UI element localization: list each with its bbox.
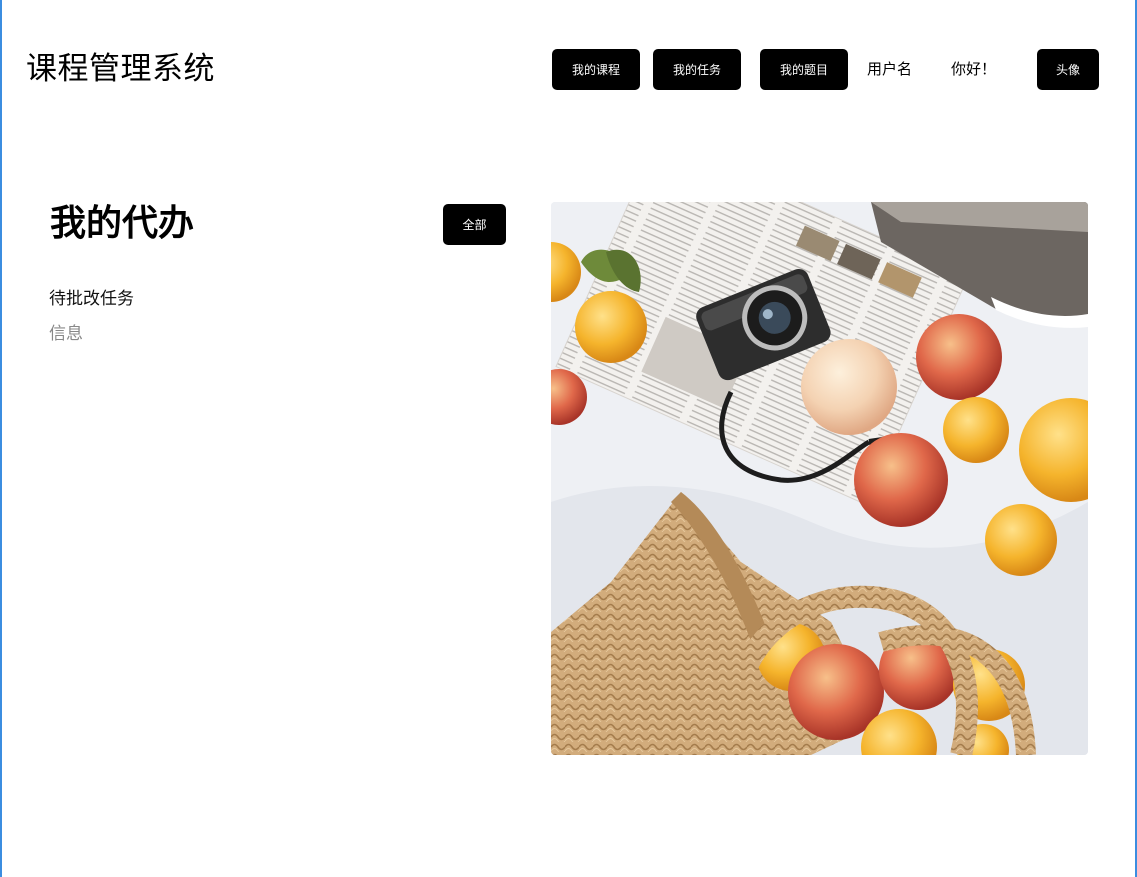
greeting-label: 你好！	[951, 60, 997, 78]
todo-title: 我的代办	[50, 203, 195, 244]
app-title: 课程管理系统	[26, 51, 215, 87]
my-questions-button[interactable]: 我的题目	[760, 49, 848, 90]
picnic-photo	[551, 202, 1088, 755]
my-courses-button[interactable]: 我的课程	[552, 49, 640, 90]
my-tasks-button[interactable]: 我的任务	[653, 49, 741, 90]
todo-item-messages[interactable]: 信息	[49, 322, 83, 346]
all-button[interactable]: 全部	[443, 204, 506, 245]
username-label: 用户名	[867, 60, 913, 78]
todo-item-pending-review[interactable]: 待批改任务	[49, 287, 134, 311]
avatar-button[interactable]: 头像	[1037, 49, 1099, 90]
